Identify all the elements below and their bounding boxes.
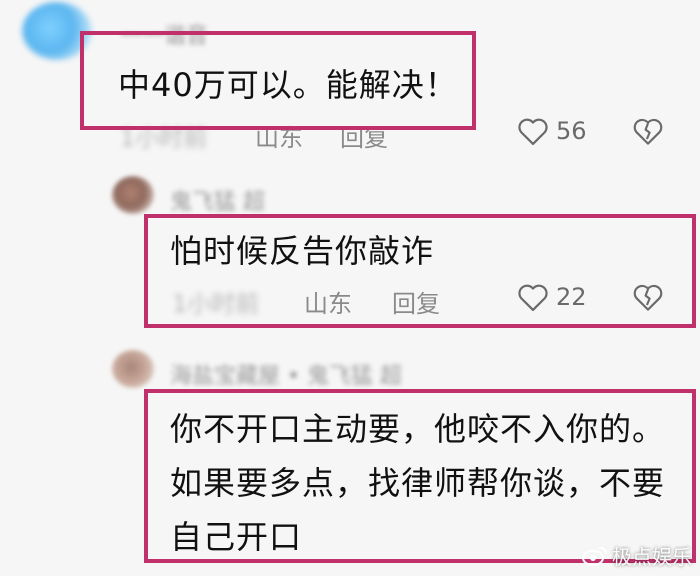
- avatar[interactable]: [22, 2, 92, 60]
- like-button[interactable]: 56: [516, 116, 587, 146]
- reply-button[interactable]: 回复: [340, 118, 388, 153]
- comment-username[interactable]: 鬼飞猛 超: [170, 184, 265, 216]
- broken-heart-icon: [633, 118, 663, 145]
- reply-button[interactable]: 回复: [392, 284, 440, 319]
- broken-heart-icon: [633, 284, 663, 311]
- like-count: 56: [556, 117, 587, 145]
- comment-location: 山东: [304, 290, 352, 318]
- heart-outline-icon: [518, 118, 548, 146]
- comment-time: 1小时前: [120, 124, 208, 152]
- avatar[interactable]: [112, 350, 154, 388]
- avatar[interactable]: [112, 176, 154, 214]
- like-count: 22: [556, 283, 587, 311]
- weibo-logo-icon: [582, 546, 608, 566]
- comment-text: 怕时候反告你敲诈: [170, 232, 435, 270]
- comment-time: 1小时前: [172, 290, 260, 318]
- comment-text-line: 你不开口主动要，他咬不入你的。: [170, 410, 666, 448]
- like-button[interactable]: 22: [516, 282, 587, 312]
- comment-thread: 一一谐音 中40万可以。能解决！ 1小时前 山东 回复 56 鬼飞猛 超 怕时候…: [0, 0, 700, 576]
- comment-text-line: 自己开口: [170, 518, 303, 556]
- comment-location: 山东: [255, 124, 303, 152]
- dislike-button[interactable]: [632, 282, 664, 312]
- comment-username[interactable]: 海盐宝藏屋 • 鬼飞猛 超: [170, 358, 402, 390]
- dislike-button[interactable]: [632, 116, 664, 146]
- comment-text-line: 如果要多点，找律师帮你谈，不要: [170, 464, 666, 502]
- comment-text: 中40万可以。能解决！: [118, 66, 458, 104]
- comment-username[interactable]: 一一谐音: [120, 18, 208, 50]
- watermark-text: 极点娱乐: [612, 545, 692, 569]
- heart-outline-icon: [518, 284, 548, 312]
- watermark: 极点娱乐: [582, 541, 692, 570]
